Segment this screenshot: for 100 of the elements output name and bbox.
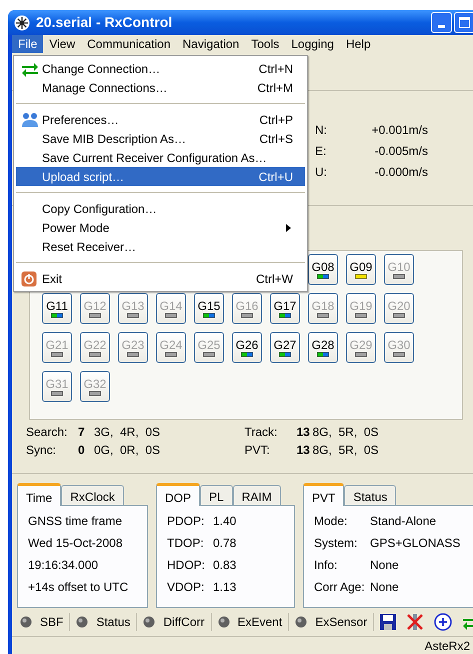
info-label: Mode: [314,512,348,530]
people-icon [21,112,39,128]
signal-indicator-icon [127,352,139,357]
signal-indicator-icon [89,391,101,396]
satellite-button[interactable]: G09 [346,254,376,285]
indicator-label: SBF [40,614,64,631]
menu-title[interactable]: View [43,35,82,53]
count-detail: 8G, 5R, 0S [312,424,379,441]
info-value: 1.40 [213,512,236,530]
menu-title[interactable]: File [12,35,44,53]
menu-title[interactable]: Logging [285,35,340,53]
tab[interactable]: RxClock [61,485,124,505]
menu-item[interactable]: Copy Configuration… [16,199,305,218]
info-value: Stand-Alone [370,512,436,530]
signal-indicator-icon [317,313,329,318]
info-value: 1.13 [213,578,236,596]
signal-indicator-icon [51,352,63,357]
menu-title[interactable]: Navigation [176,35,246,53]
signal-indicator-icon [279,352,291,357]
menu-title[interactable]: Help [340,35,377,53]
info-label: System: [314,534,358,552]
status-led-icon [20,616,32,628]
indicator-label: ExEvent [238,614,282,631]
satellite-button[interactable]: G28 [308,332,338,363]
menu-item[interactable]: Exit Ctrl+W [16,269,305,288]
indicator-label: DiffCorr [163,614,204,631]
info-label: VDOP: [167,578,206,596]
submenu-arrow-icon [286,224,291,232]
signal-indicator-icon [393,352,405,357]
wheel-icon [14,14,30,30]
satellite-button[interactable]: G15 [194,293,224,324]
count-detail: 3G, 4R, 0S [94,424,160,441]
tab[interactable]: Time [17,483,62,506]
signal-indicator-icon [355,274,367,279]
signal-indicator-icon [355,352,367,357]
info-value: 0.78 [213,534,236,552]
signal-indicator-icon [317,274,329,279]
signal-indicator-icon [317,352,329,357]
count-label: Sync: [26,442,58,459]
signal-indicator-icon [165,352,177,357]
menu-item[interactable]: Manage Connections… Ctrl+M [16,78,305,97]
info-value: None [370,556,399,574]
menu-item[interactable]: Reset Receiver… [16,237,305,256]
tab[interactable]: Status [344,485,396,505]
menu-item[interactable]: Change Connection… Ctrl+N [16,59,305,78]
menu-item[interactable]: Upload script… Ctrl+U [16,167,305,186]
info-value: 0.83 [213,556,236,574]
cross-icon[interactable] [406,613,424,631]
tab[interactable]: PL [200,485,233,505]
menu-item[interactable]: Save Current Receiver Configuration As… [16,148,305,167]
menu-item[interactable]: Preferences… Ctrl+P [16,110,305,129]
tab[interactable]: RAIM [232,485,281,505]
menu-title[interactable]: Communication [81,35,177,53]
count-total: 13 [296,424,311,441]
satellite-button[interactable]: G08 [308,254,338,285]
tab[interactable]: DOP [156,483,200,506]
save-icon[interactable] [380,614,396,630]
signal-indicator-icon [241,352,253,357]
signal-indicator-icon [241,313,253,318]
info-value: GPS+GLONASS [370,534,460,552]
signal-indicator-icon [393,274,405,279]
window-title: 20.serial - RxControl [36,13,174,32]
info-label: PDOP: [167,512,206,530]
tab[interactable]: PVT [303,483,344,506]
count-total: 13 [296,442,311,459]
status-led-icon [143,616,156,628]
info-text: GNSS time frame [28,513,124,529]
satellite-button[interactable]: G11 [42,293,72,324]
indicator-label: ExSensor [315,614,368,631]
velocity-label: N: [315,122,328,139]
menu-title[interactable]: Tools [245,35,286,53]
count-label: Search: [26,424,68,441]
signal-indicator-icon [165,313,177,318]
satellite-button[interactable]: G27 [270,332,300,363]
info-label: HDOP: [167,556,206,574]
count-total: 0 [78,442,86,459]
signal-indicator-icon [393,313,405,318]
menu-item[interactable]: Power Mode [16,218,305,237]
receiver-name: AsteRx2 [424,638,470,654]
maximize-button[interactable] [454,12,473,33]
count-detail: 0G, 0R, 0S [94,442,160,459]
minimize-button[interactable] [431,12,452,33]
power-icon [21,271,37,287]
signal-indicator-icon [203,352,215,357]
signal-indicator-icon [51,313,63,318]
count-label: Track: [244,424,278,441]
signal-indicator-icon [51,391,63,396]
satellite-button[interactable]: G17 [270,293,300,324]
info-text: Wed 15-Oct-2008 [28,535,124,551]
arrows-icon [21,61,39,77]
signal-indicator-icon [89,352,101,357]
info-text: +14s offset to UTC [28,579,130,595]
menu-item[interactable]: Save MIB Description As… Ctrl+S [16,129,305,148]
info-label: TDOP: [167,534,205,552]
signal-indicator-icon [203,313,215,318]
plus-circle-icon[interactable] [434,613,452,631]
velocity-value: -0.005m/s [374,143,428,160]
velocity-value: +0.001m/s [370,122,428,139]
satellite-button[interactable]: G26 [232,332,262,363]
signal-indicator-icon [89,313,101,318]
